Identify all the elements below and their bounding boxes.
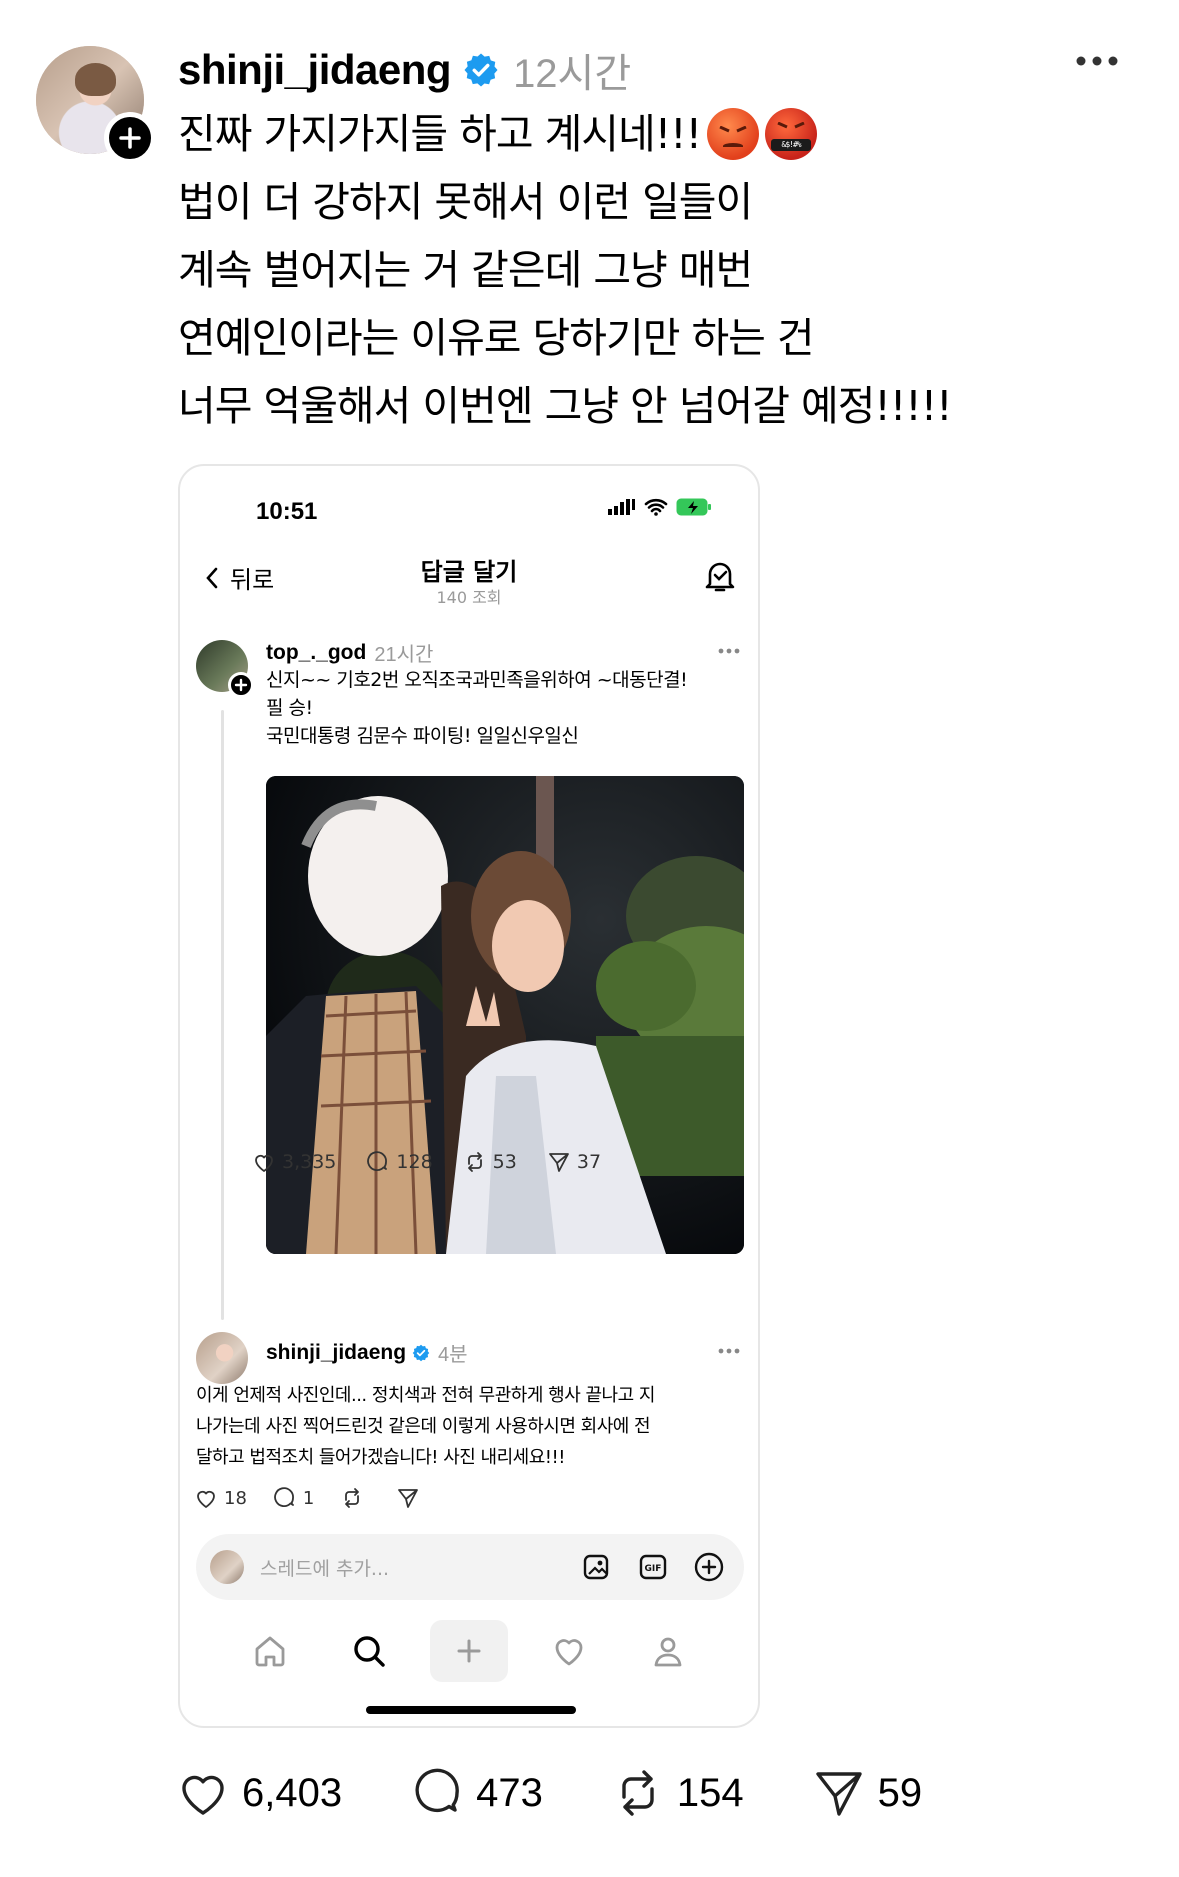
- home-icon: [255, 1636, 285, 1667]
- reply-button[interactable]: 128: [366, 1150, 433, 1174]
- reply-input[interactable]: 스레드에 추가...: [260, 1554, 580, 1581]
- reply-username[interactable]: shinji_jidaeng: [266, 1341, 406, 1365]
- post-header: shinji_jidaeng 12시간: [178, 42, 631, 98]
- search-icon: [354, 1636, 386, 1667]
- status-icons: [608, 498, 712, 516]
- original-post-actions: 3,335 128 53 37: [252, 1150, 631, 1174]
- original-post-text: 신지~~ 기호2번 오직조국과민족을위하여 ~대동단결! 필 승! 국민대통령 …: [266, 669, 688, 747]
- wifi-icon: [644, 498, 668, 516]
- reply-author-avatar[interactable]: [196, 1332, 248, 1384]
- post-actions: 6,403 473 154 59: [176, 1766, 990, 1820]
- reply-time: 4분: [438, 1344, 468, 1366]
- share-button[interactable]: [396, 1486, 426, 1510]
- status-time: 10:51: [256, 498, 318, 525]
- notification-bell-icon[interactable]: [704, 558, 736, 594]
- post-line-2: 법이 더 강하지 못해서 이런 일들이: [178, 178, 753, 226]
- nav-title: 답글 달기: [420, 558, 518, 586]
- repost-icon: [467, 1152, 482, 1172]
- heart-icon: [197, 1490, 215, 1508]
- like-button[interactable]: 18: [194, 1486, 247, 1510]
- follow-plus-icon[interactable]: [104, 112, 156, 164]
- author-username[interactable]: shinji_jidaeng: [178, 46, 452, 94]
- view-count: 140 조회: [436, 588, 502, 607]
- share-button[interactable]: 37: [547, 1150, 601, 1174]
- repost-button[interactable]: 154: [611, 1766, 744, 1820]
- heart-icon: [255, 1154, 273, 1172]
- send-icon: [548, 1153, 569, 1172]
- reply-actions: 18 1: [194, 1486, 456, 1510]
- original-post-header: top_._god 21시간: [266, 638, 433, 667]
- thread-line: [221, 710, 224, 1320]
- reply-text: 이게 언제적 사진인데... 정치색과 전혀 무관하게 행사 끝나고 지 나가는…: [196, 1385, 655, 1468]
- repost-icon: [622, 1770, 654, 1816]
- comment-icon: [367, 1151, 388, 1172]
- battery-charging-icon: [676, 498, 711, 516]
- face-with-symbols-on-mouth-icon: &$!#%: [765, 108, 818, 160]
- tab-search[interactable]: [330, 1620, 408, 1682]
- post-line-1: 진짜 가지가지들 하고 계시네!!! &$!#%: [178, 100, 1158, 168]
- follow-plus-icon[interactable]: [228, 672, 254, 698]
- share-button[interactable]: 59: [812, 1766, 922, 1820]
- plus-icon: [457, 1639, 481, 1663]
- repost-button[interactable]: 53: [463, 1150, 517, 1174]
- cellular-signal-icon: [608, 499, 635, 515]
- tab-activity[interactable]: [530, 1620, 608, 1682]
- add-circle-icon[interactable]: [692, 1550, 726, 1584]
- verified-badge-icon: [412, 1344, 430, 1361]
- tab-home[interactable]: [231, 1620, 309, 1682]
- reply-composer[interactable]: 스레드에 추가... GIF: [196, 1534, 744, 1600]
- comment-icon: [274, 1487, 294, 1508]
- tab-profile[interactable]: [629, 1620, 707, 1682]
- like-button[interactable]: 3,335: [252, 1150, 336, 1174]
- repost-icon: [345, 1488, 360, 1508]
- reply-button[interactable]: 473: [410, 1766, 543, 1820]
- post-time: 12시간: [513, 52, 632, 96]
- post-line-3: 계속 벌어지는 거 같은데 그냥 매번: [178, 246, 753, 294]
- like-button[interactable]: 6,403: [176, 1766, 342, 1820]
- home-indicator: [366, 1706, 576, 1714]
- send-icon: [398, 1489, 419, 1508]
- image-gallery-icon[interactable]: [580, 1550, 614, 1584]
- photo-image: [266, 776, 744, 1254]
- reply-button[interactable]: 1: [273, 1486, 314, 1510]
- original-time: 21시간: [374, 644, 434, 666]
- post-line-4: 연예인이라는 이유로 당하기만 하는 건: [178, 314, 815, 362]
- heart-icon: [182, 1775, 224, 1815]
- angry-face-icon: [707, 108, 760, 160]
- composer-avatar: [210, 1550, 244, 1584]
- more-options-icon[interactable]: [1075, 54, 1119, 68]
- verified-badge-icon: [464, 53, 498, 87]
- post-body: 진짜 가지가지들 하고 계시네!!! &$!#% 법이 더 강하지 못해서 이런…: [178, 100, 1158, 440]
- author-avatar[interactable]: [36, 46, 156, 164]
- more-options-icon[interactable]: [718, 648, 740, 654]
- original-post-photo[interactable]: [266, 776, 744, 1254]
- bottom-tab-bar: [180, 1616, 758, 1686]
- heart-icon: [555, 1639, 582, 1666]
- post-line-5: 너무 억울해서 이번엔 그냥 안 넘어갈 예정!!!!!: [178, 382, 953, 430]
- tab-create[interactable]: [429, 1620, 508, 1682]
- repost-button[interactable]: [340, 1486, 370, 1510]
- embedded-screenshot[interactable]: 10:51 뒤로 답글 달기 140 조회 top_._god 21시간 신지~…: [178, 464, 760, 1728]
- gif-icon[interactable]: GIF: [636, 1550, 670, 1584]
- original-username[interactable]: top_._god: [266, 641, 366, 665]
- comment-icon: [415, 1768, 459, 1812]
- svg-text:GIF: GIF: [645, 1564, 662, 1574]
- more-options-icon[interactable]: [718, 1348, 740, 1354]
- profile-icon: [654, 1637, 682, 1667]
- send-icon: [815, 1772, 862, 1816]
- reply-header: shinji_jidaeng 4분: [266, 1338, 468, 1367]
- composer-tools: GIF: [580, 1550, 726, 1584]
